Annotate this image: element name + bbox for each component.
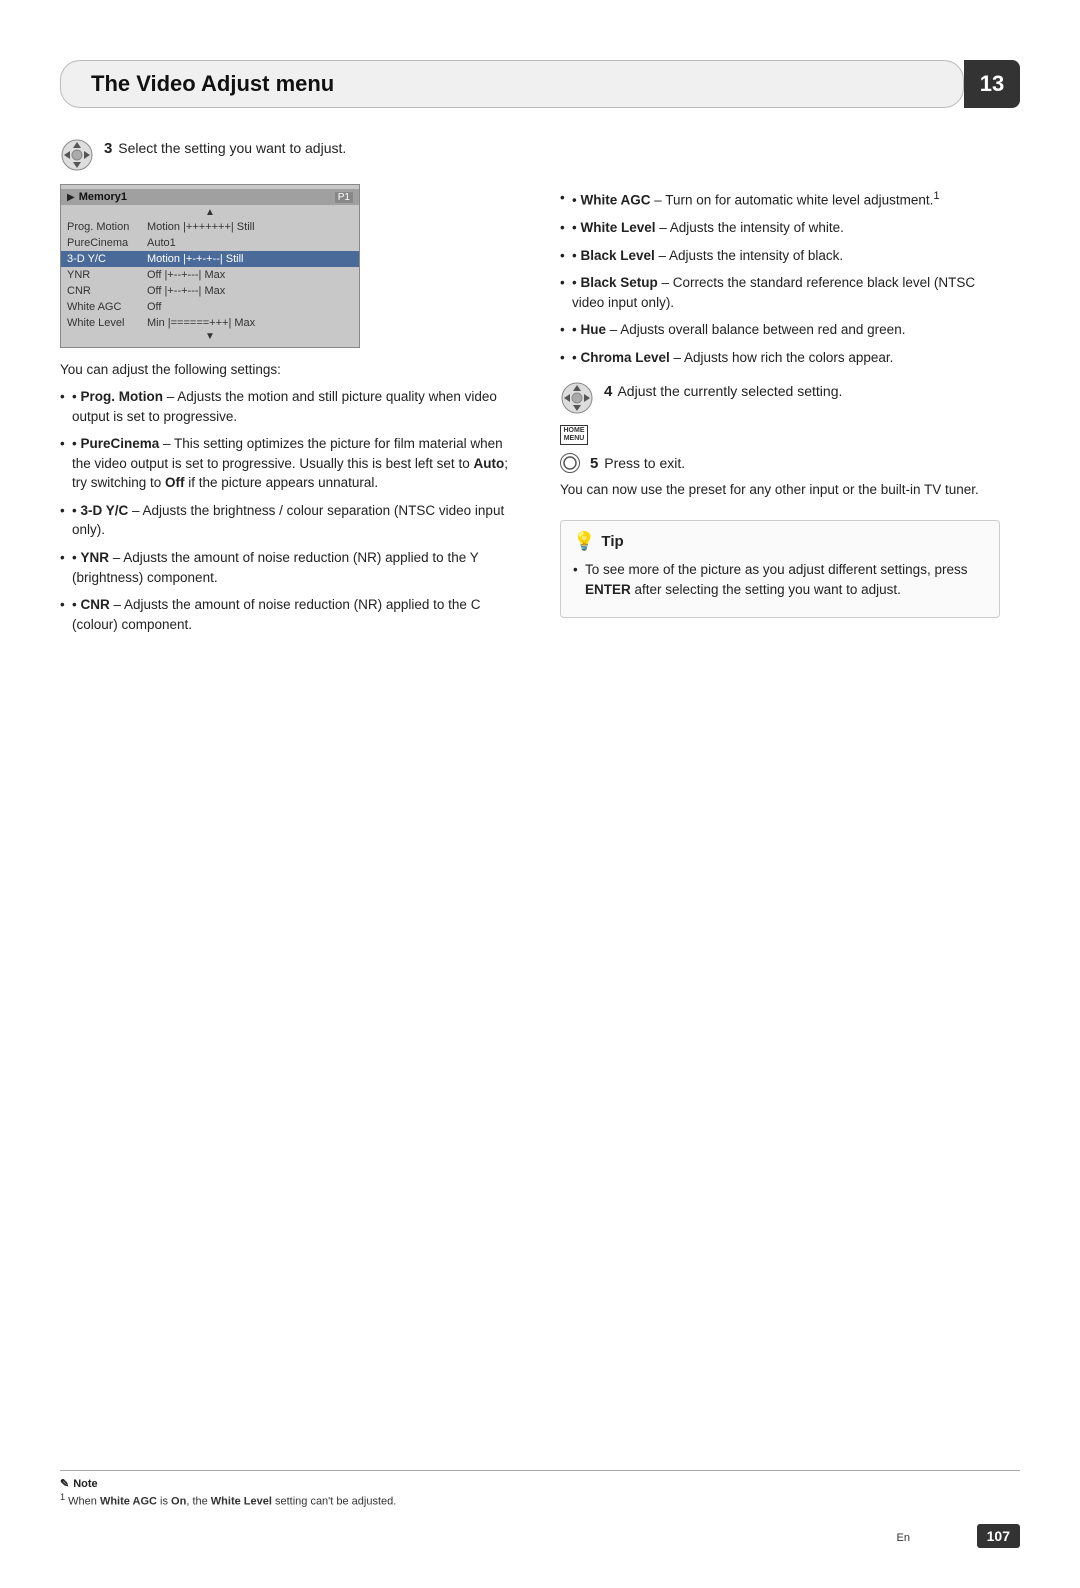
dpad-icon-step4 xyxy=(560,381,594,415)
bullet-prog-motion: • Prog. Motion – Adjusts the motion and … xyxy=(60,387,520,426)
bullet-purecinema: • PureCinema – This setting optimizes th… xyxy=(60,434,520,493)
step5-circle-icon xyxy=(560,453,580,473)
bullet-chroma-level: • Chroma Level – Adjusts how rich the co… xyxy=(560,348,1000,368)
dpad-icon-step3 xyxy=(60,138,94,172)
bullet-white-agc: • White AGC – Turn on for automatic whit… xyxy=(560,188,1000,210)
menu-arrow-up: ▲ xyxy=(61,207,359,219)
header-bar: The Video Adjust menu 13 xyxy=(60,60,1020,108)
menu-arrow-down: ▼ xyxy=(61,331,359,343)
step5-press-row: 5 Press to exit. xyxy=(560,451,1000,474)
page-en-label: En xyxy=(897,1532,910,1544)
tip-title: Tip xyxy=(601,533,623,550)
step4-section: 4 Adjust the currently selected setting. xyxy=(560,381,1000,415)
bullet-white-level: • White Level – Adjusts the intensity of… xyxy=(560,218,1000,238)
menu-row-prog-motion: Prog. Motion Motion |+++++++| Still xyxy=(61,219,359,235)
step3-text: 3 Select the setting you want to adjust. xyxy=(104,138,346,159)
tip-icon: 💡 xyxy=(573,531,595,552)
note-text: 1 When White AGC is On, the White Level … xyxy=(60,1492,1020,1508)
left-column: 3 Select the setting you want to adjust.… xyxy=(60,138,520,642)
step4-text: 4 Adjust the currently selected setting. xyxy=(604,381,842,402)
menu-screenshot: ▶ Memory1 P1 ▲ Prog. Motion Motion |++++… xyxy=(60,184,360,348)
adjust-text: You can adjust the following settings: xyxy=(60,362,520,377)
menu-title-icon: ▶ xyxy=(67,192,75,203)
step3-row: 3 Select the setting you want to adjust. xyxy=(60,138,520,172)
you-can-text: You can now use the preset for any other… xyxy=(560,480,1000,500)
right-bullet-list: • White AGC – Turn on for automatic whit… xyxy=(560,188,1000,367)
footer-note: ✎ Note 1 When White AGC is On, the White… xyxy=(60,1470,1020,1508)
note-label: Note xyxy=(73,1478,97,1490)
bullet-black-setup: • Black Setup – Corrects the standard re… xyxy=(560,273,1000,312)
menu-row-purecinema: PureCinema Auto1 xyxy=(61,235,359,251)
note-pencil-icon: ✎ xyxy=(60,1477,69,1490)
step4-row: 4 Adjust the currently selected setting. xyxy=(560,381,1000,415)
main-content: 3 Select the setting you want to adjust.… xyxy=(60,138,1020,642)
tip-bullet-1: To see more of the picture as you adjust… xyxy=(573,560,987,599)
menu-row-white-level: White Level Min |======+++| Max xyxy=(61,315,359,331)
tip-bullet-list: To see more of the picture as you adjust… xyxy=(573,560,987,599)
menu-row-3d-yc: 3-D Y/C Motion |+-+-+--| Still xyxy=(61,251,359,267)
tip-header: 💡 Tip xyxy=(573,531,987,552)
bullet-ynr: • YNR – Adjusts the amount of noise redu… xyxy=(60,548,520,587)
left-bullet-list: • Prog. Motion – Adjusts the motion and … xyxy=(60,387,520,634)
bullet-cnr: • CNR – Adjusts the amount of noise redu… xyxy=(60,595,520,634)
menu-row-cnr: CNR Off |+--+---| Max xyxy=(61,283,359,299)
menu-title-bar: ▶ Memory1 P1 xyxy=(61,189,359,205)
title-box: The Video Adjust menu xyxy=(60,60,964,108)
chapter-badge: 13 xyxy=(964,60,1020,108)
page-title: The Video Adjust menu xyxy=(91,71,334,97)
bullet-black-level: • Black Level – Adjusts the intensity of… xyxy=(560,246,1000,266)
menu-row-white-agc: White AGC Off xyxy=(61,299,359,315)
tip-box: 💡 Tip To see more of the picture as you … xyxy=(560,520,1000,618)
step5-text: 5 Press to exit. xyxy=(590,453,685,474)
bullet-3d-yc: • 3-D Y/C – Adjusts the brightness / col… xyxy=(60,501,520,540)
page-container: The Video Adjust menu 13 xyxy=(0,60,1080,1588)
note-icon-row: ✎ Note xyxy=(60,1477,1020,1490)
menu-row-ynr: YNR Off |+--+---| Max xyxy=(61,267,359,283)
right-column: • White AGC – Turn on for automatic whit… xyxy=(560,138,1000,642)
home-menu-icon: HOMEMENU xyxy=(560,425,588,445)
step5-row: HOMEMENU xyxy=(560,423,1000,445)
bullet-hue: • Hue – Adjusts overall balance between … xyxy=(560,320,1000,340)
